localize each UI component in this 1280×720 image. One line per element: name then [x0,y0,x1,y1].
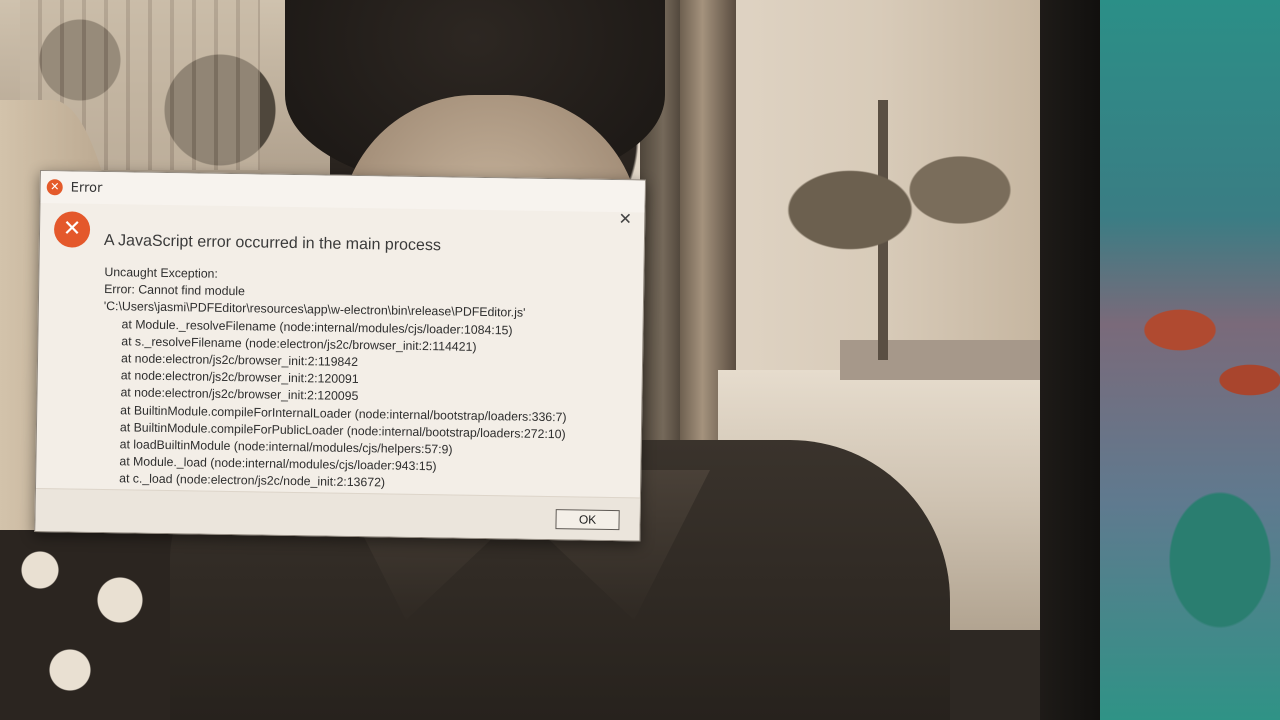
dialog-content: ✕ A JavaScript error occurred in the mai… [36,203,644,496]
wallpaper-palm-tree [760,100,1020,360]
ok-button[interactable]: OK [555,509,620,531]
dialog-headline: A JavaScript error occurred in the main … [103,232,442,255]
background-cloth [1100,0,1280,720]
error-icon: ✕ [53,211,91,248]
error-dialog: ✕ Error ✕ ✕ A JavaScript error occurred … [34,170,646,542]
dialog-title: Error [70,179,103,196]
error-details: Uncaught Exception: Error: Cannot find m… [101,264,623,496]
error-title-icon: ✕ [46,179,63,196]
dialog-footer: OK [35,487,640,541]
